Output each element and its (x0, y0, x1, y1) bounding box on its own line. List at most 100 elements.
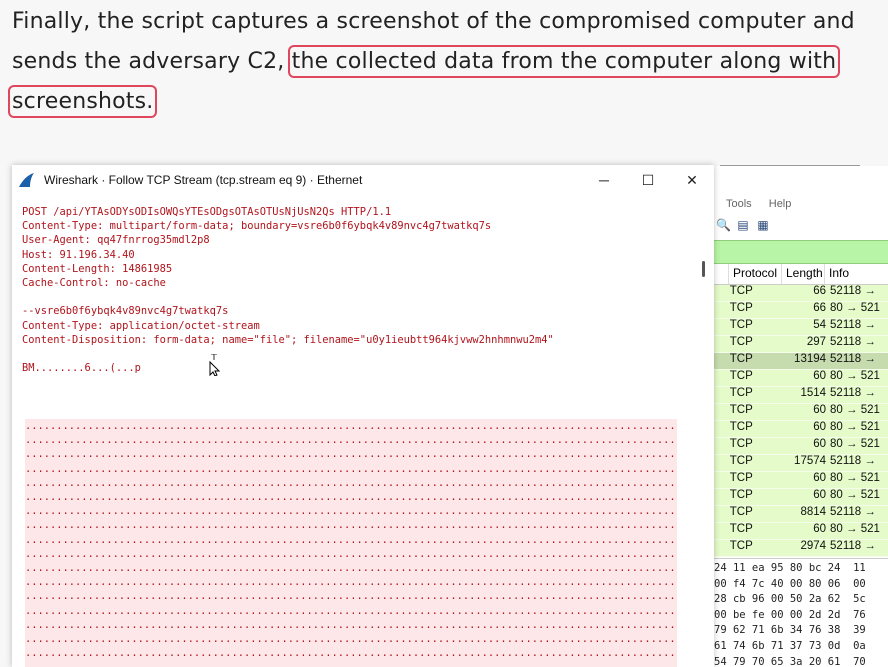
packet-protocol: TCP (729, 506, 753, 518)
wireshark-fin-icon (19, 173, 34, 187)
columns-icon[interactable]: ▤ (736, 218, 750, 232)
wireshark-main-window: Tools Help 🔍 ▤ ▦ Protocol Length Info TC… (713, 166, 888, 667)
column-length[interactable]: Length (782, 264, 825, 284)
paragraph-line-2-prefix: sends the adversary C2, (12, 49, 292, 74)
menu-help[interactable]: Help (769, 198, 792, 210)
hex-dump: 24 11 ea 95 80 bc 24 11 00 f4 7c 40 00 8… (714, 558, 888, 667)
packet-protocol: TCP (729, 472, 753, 484)
packet-length: 66 (813, 285, 827, 297)
paragraph-line-1: Finally, the script captures a screensho… (12, 9, 855, 34)
packet-spacer (714, 370, 728, 386)
close-button[interactable]: ✕ (670, 172, 714, 189)
packet-row[interactable]: TCP 297 52118 → (714, 336, 888, 353)
packet-protocol: TCP (729, 404, 753, 416)
packet-spacer (714, 421, 728, 437)
packet-protocol: TCP (729, 438, 753, 450)
packet-spacer (714, 404, 728, 420)
binary-payload: ........................................… (25, 419, 677, 667)
packet-row[interactable]: TCP 60 80 → 521 (714, 523, 888, 540)
packet-protocol: TCP (729, 489, 753, 501)
packet-length: 60 (813, 404, 827, 416)
packet-row[interactable]: TCP 13194 52118 → (714, 353, 888, 370)
packet-spacer (714, 455, 728, 471)
packet-length: 17574 (794, 455, 827, 467)
packet-spacer (714, 506, 728, 522)
packet-list: TCP 66 52118 → TCP 66 80 → 521 TCP 54 52118 → TCP… (714, 285, 888, 557)
packet-row[interactable]: TCP 1514 52118 → (714, 387, 888, 404)
packet-protocol: TCP (729, 540, 753, 552)
zoom-icon[interactable]: 🔍 (716, 218, 731, 232)
packet-spacer (714, 489, 728, 505)
packet-spacer (714, 523, 728, 539)
packet-protocol: TCP (729, 319, 753, 331)
packet-protocol: TCP (729, 387, 753, 399)
mouse-cursor-icon (209, 354, 221, 376)
packet-spacer (714, 353, 728, 369)
packet-info: 80 → 521 (830, 438, 880, 450)
packet-row[interactable]: TCP 60 80 → 521 (714, 438, 888, 455)
packet-info: 80 → 521 (830, 421, 880, 433)
packet-protocol: TCP (729, 421, 753, 433)
packet-row[interactable]: TCP 17574 52118 → (714, 455, 888, 472)
packet-info: 80 → 521 (830, 489, 880, 501)
packet-row[interactable]: TCP 60 80 → 521 (714, 370, 888, 387)
packet-info: 80 → 521 (830, 370, 880, 382)
toolbar: 🔍 ▤ ▦ (716, 218, 770, 232)
display-filter-bar[interactable] (714, 240, 888, 264)
binary-payload-text: ........................................… (25, 420, 677, 667)
packet-length: 54 (813, 319, 827, 331)
packet-info: 52118 → (830, 387, 876, 399)
packet-row[interactable]: TCP 60 80 → 521 (714, 472, 888, 489)
packet-protocol: TCP (729, 302, 753, 314)
packet-protocol: TCP (729, 523, 753, 535)
packet-info: 52118 → (830, 506, 876, 518)
menu-tools[interactable]: Tools (726, 198, 752, 210)
packet-row[interactable]: TCP 54 52118 → (714, 319, 888, 336)
packet-spacer (714, 336, 728, 352)
packet-length: 60 (813, 421, 827, 433)
column-protocol[interactable]: Protocol (729, 264, 782, 284)
packet-row[interactable]: TCP 66 52118 → (714, 285, 888, 302)
packet-info: 52118 → (830, 319, 876, 331)
packet-protocol: TCP (729, 353, 753, 365)
stream-content[interactable]: POST /api/YTAsODYsODIsOWQsYTEsODgsOTAsOT… (22, 205, 705, 667)
packet-length: 60 (813, 489, 827, 501)
packet-info: 52118 → (830, 540, 876, 552)
menu-bar: Tools Help (726, 198, 805, 210)
packet-length: 297 (806, 336, 827, 348)
packet-info: 80 → 521 (830, 472, 880, 484)
packet-row[interactable]: TCP 60 80 → 521 (714, 404, 888, 421)
packet-length: 2974 (800, 540, 827, 552)
packet-spacer (714, 285, 728, 301)
packet-info: 80 → 521 (830, 302, 880, 314)
packet-row[interactable]: TCP 66 80 → 521 (714, 302, 888, 319)
packet-info: 52118 → (830, 285, 876, 297)
grid-icon[interactable]: ▦ (756, 218, 770, 232)
packet-protocol: TCP (729, 285, 753, 297)
packet-info: 52118 → (830, 336, 876, 348)
packet-spacer (714, 438, 728, 454)
packet-spacer (714, 472, 728, 488)
packet-length: 66 (813, 302, 827, 314)
packet-length: 13194 (794, 353, 827, 365)
packet-row[interactable]: TCP 60 80 → 521 (714, 489, 888, 506)
maximize-button[interactable]: ☐ (626, 172, 670, 189)
packet-info: 52118 → (830, 353, 876, 365)
packet-row[interactable]: TCP 2974 52118 → (714, 540, 888, 557)
paragraph-line-2: sends the adversary C2, the collected da… (12, 42, 882, 82)
article-paragraph: Finally, the script captures a screensho… (7, 2, 882, 122)
highlighted-text-1: the collected data from the computer alo… (287, 45, 841, 78)
highlighted-text-2: screenshots. (7, 85, 158, 118)
title-bar: Wireshark · Follow TCP Stream (tcp.strea… (12, 165, 714, 195)
column-blank (714, 264, 729, 284)
packet-row[interactable]: TCP 60 80 → 521 (714, 421, 888, 438)
minimize-button[interactable]: ─ (582, 172, 626, 188)
column-info[interactable]: Info (825, 264, 873, 284)
packet-row[interactable]: TCP 8814 52118 → (714, 506, 888, 523)
packet-protocol: TCP (729, 370, 753, 382)
packet-spacer (714, 387, 728, 403)
packet-protocol: TCP (729, 336, 753, 348)
packet-length: 60 (813, 370, 827, 382)
packet-spacer (714, 302, 728, 318)
scrollbar-thumb[interactable] (702, 261, 705, 277)
